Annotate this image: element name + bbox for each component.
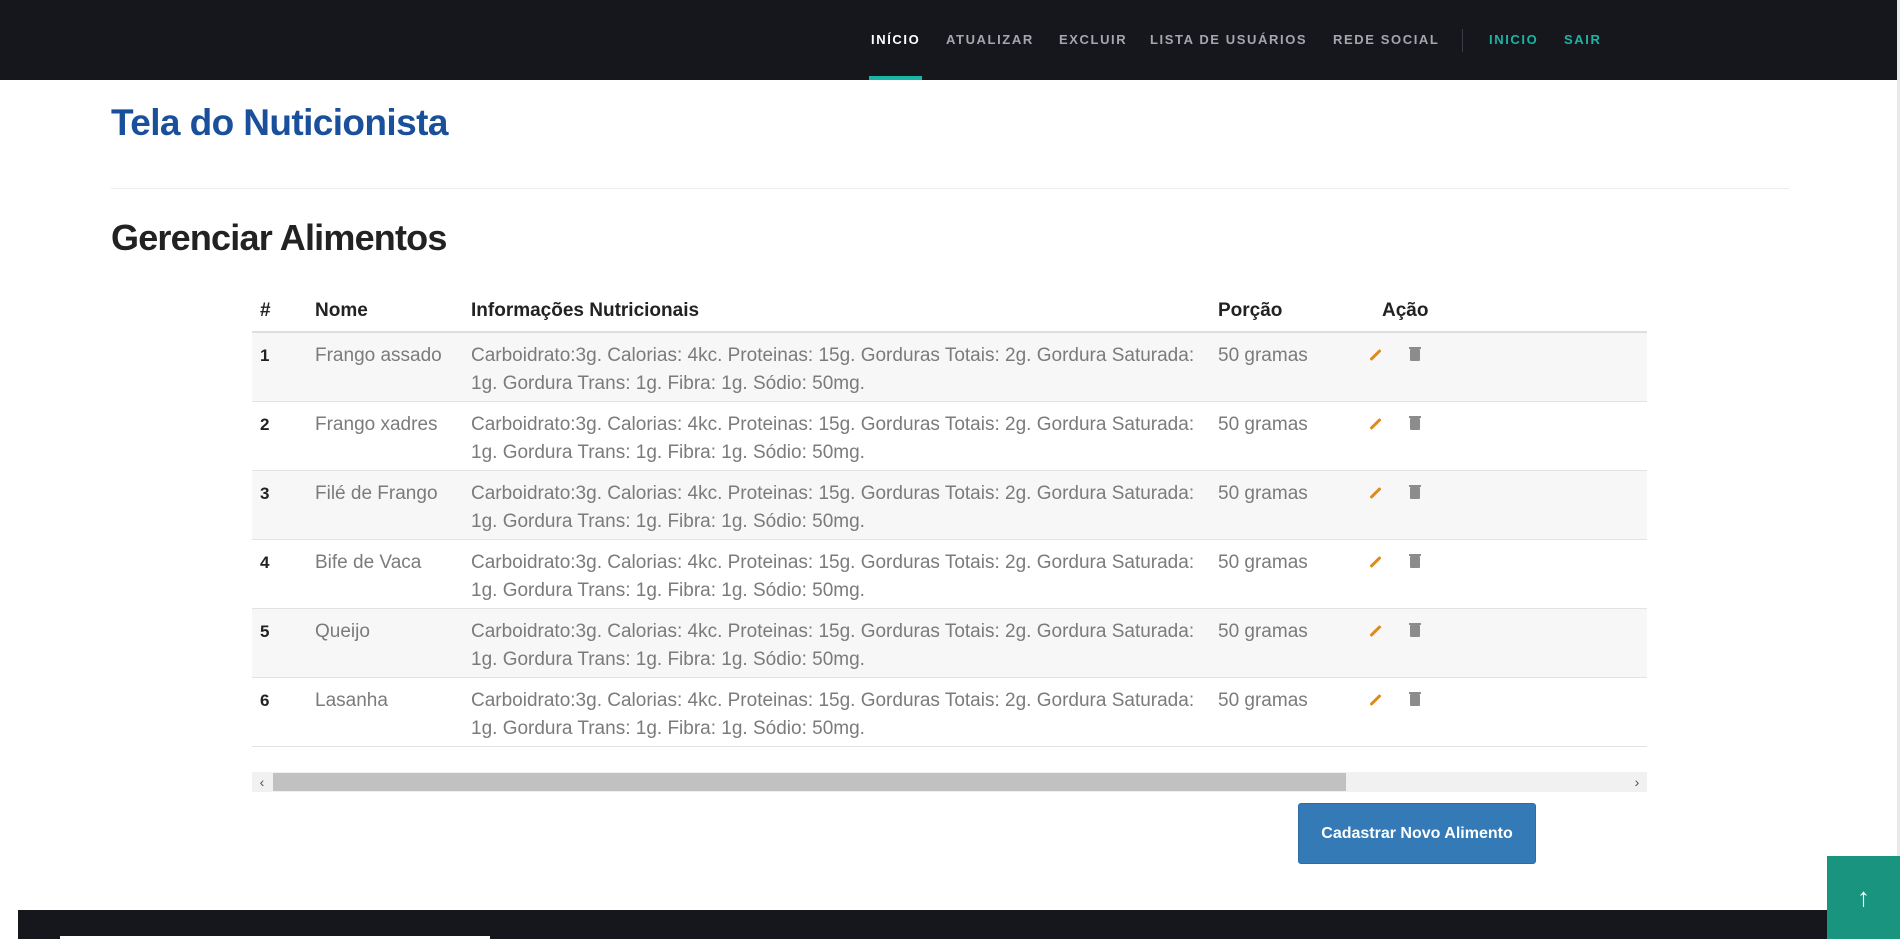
scroll-right-arrow-icon[interactable]: › [1627,772,1647,792]
scroll-left-arrow-icon[interactable]: ‹ [252,772,272,792]
row-portion: 50 gramas [1210,539,1358,609]
row-name: Lasanha [307,677,463,747]
arrow-up-icon: ↑ [1857,882,1870,912]
header-action: Ação [1358,292,1647,333]
pencil-icon[interactable] [1366,484,1384,502]
row-actions [1358,539,1647,609]
table-row: 3 Filé de Frango Carboidrato:3g. Calorias:… [252,470,1647,540]
divider [111,188,1789,189]
row-portion: 50 gramas [1210,677,1358,747]
table-row: 5 Queijo Carboidrato:3g. Calorias: 4kc. Pr… [252,608,1647,678]
header-num: # [252,292,307,333]
foods-table-container: # Nome Informações Nutricionais Porção A… [252,292,1647,747]
pencil-icon[interactable] [1366,415,1384,433]
row-actions [1358,677,1647,747]
trash-icon[interactable] [1409,691,1421,706]
row-info: Carboidrato:3g. Calorias: 4kc. Proteinas… [463,401,1210,471]
table-header-row: # Nome Informações Nutricionais Porção A… [252,292,1647,333]
row-portion: 50 gramas [1210,608,1358,678]
table-row: 1 Frango assado Carboidrato:3g. Calorias: … [252,332,1647,402]
nav-item-excluir[interactable]: EXCLUIR [1059,0,1127,80]
horizontal-scrollbar[interactable]: ‹ › [252,772,1647,792]
row-portion: 50 gramas [1210,470,1358,540]
trash-icon[interactable] [1409,415,1421,430]
nav-item-rede-social[interactable]: REDE SOCIAL [1333,0,1439,80]
nav-item-atualizar[interactable]: ATUALIZAR [946,0,1034,80]
table-row: 6 Lasanha Carboidrato:3g. Calorias: 4kc. P… [252,677,1647,747]
row-info: Carboidrato:3g. Calorias: 4kc. Proteinas… [463,677,1210,747]
back-to-top-button[interactable]: ↑ [1827,856,1900,939]
pencil-icon[interactable] [1366,346,1384,364]
row-info: Carboidrato:3g. Calorias: 4kc. Proteinas… [463,332,1210,402]
foods-table: # Nome Informações Nutricionais Porção A… [252,292,1647,747]
row-name: Bife de Vaca [307,539,463,609]
trash-icon[interactable] [1409,622,1421,637]
section-title: Gerenciar Alimentos [111,217,447,258]
trash-icon[interactable] [1409,484,1421,499]
header-portion: Porção [1210,292,1358,333]
trash-icon[interactable] [1409,347,1421,361]
row-actions [1358,401,1647,471]
row-name: Frango xadres [307,401,463,471]
row-info: Carboidrato:3g. Calorias: 4kc. Proteinas… [463,470,1210,540]
add-food-button[interactable]: Cadastrar Novo Alimento [1298,803,1536,864]
top-navbar: INÍCIO ATUALIZAR EXCLUIR LISTA DE USUÁRI… [0,0,1900,80]
nav-item-lista-usuarios[interactable]: LISTA DE USUÁRIOS [1150,0,1307,80]
table-row: 2 Frango xadres Carboidrato:3g. Calorias: … [252,401,1647,471]
row-actions [1358,332,1647,402]
pencil-icon[interactable] [1366,622,1384,640]
row-name: Filé de Frango [307,470,463,540]
trash-icon[interactable] [1409,553,1421,568]
row-num: 6 [252,677,307,747]
row-num: 2 [252,401,307,471]
row-num: 5 [252,608,307,678]
row-actions [1358,470,1647,540]
row-num: 1 [252,332,307,402]
table-row: 4 Bife de Vaca Carboidrato:3g. Calorias: 4… [252,539,1647,609]
nav-divider [1462,29,1463,52]
pencil-icon[interactable] [1366,691,1384,709]
scrollbar-thumb[interactable] [273,773,1346,791]
row-info: Carboidrato:3g. Calorias: 4kc. Proteinas… [463,539,1210,609]
row-name: Queijo [307,608,463,678]
row-name: Frango assado [307,332,463,402]
row-num: 3 [252,470,307,540]
nav-item-inicio-secondary[interactable]: INICIO [1489,0,1538,80]
row-num: 4 [252,539,307,609]
row-actions [1358,608,1647,678]
row-info: Carboidrato:3g. Calorias: 4kc. Proteinas… [463,608,1210,678]
table-body: 1 Frango assado Carboidrato:3g. Calorias: … [252,332,1647,747]
page-title: Tela do Nuticionista [111,102,448,143]
row-portion: 50 gramas [1210,332,1358,402]
row-portion: 50 gramas [1210,401,1358,471]
nav-item-inicio[interactable]: INÍCIO [868,0,923,80]
header-name: Nome [307,292,463,333]
header-info: Informações Nutricionais [463,292,1210,333]
pencil-icon[interactable] [1366,553,1384,571]
footer [18,910,1900,939]
nav-item-sair[interactable]: SAIR [1564,0,1601,80]
